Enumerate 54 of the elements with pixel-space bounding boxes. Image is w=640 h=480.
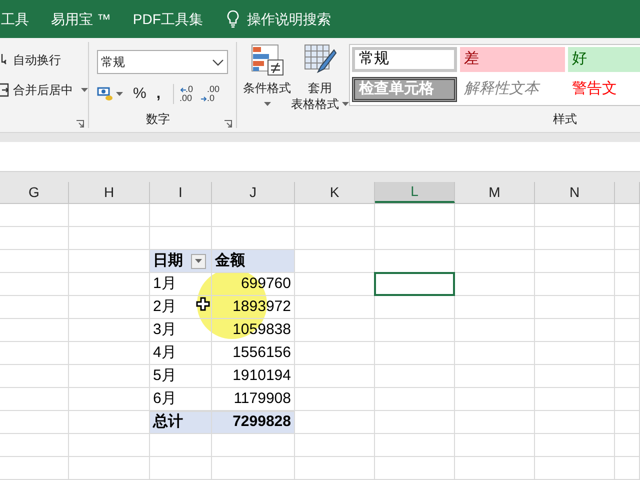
caret-icon bbox=[264, 102, 270, 106]
column-header[interactable]: H bbox=[69, 182, 150, 203]
dialog-launcher-icon[interactable] bbox=[224, 120, 232, 128]
month-cell: 1月 bbox=[150, 273, 212, 296]
ribbon-tab[interactable]: PDF工具集 bbox=[132, 8, 203, 30]
ribbon-button[interactable]: 条件格式 bbox=[243, 38, 291, 132]
column-header[interactable]: M bbox=[455, 182, 535, 203]
ribbon-button[interactable]: 自动换行 bbox=[0, 48, 88, 72]
decrease-decimal-button[interactable]: .00 .0 bbox=[201, 85, 220, 103]
caret-icon bbox=[342, 102, 349, 106]
dialog-launcher-icon[interactable] bbox=[76, 120, 84, 128]
merge-cells-icon bbox=[0, 83, 10, 97]
ribbon-tab[interactable]: 工具 bbox=[1, 8, 29, 30]
tell-me-search[interactable]: 操作说明搜索 bbox=[246, 8, 331, 30]
column-header[interactable]: I bbox=[150, 182, 212, 203]
column-header[interactable]: G bbox=[0, 182, 69, 203]
ribbon-button[interactable]: 套用 表格格式 bbox=[291, 38, 349, 132]
amount-cell: 1556156 bbox=[212, 342, 295, 365]
caret-icon bbox=[81, 88, 88, 92]
month-cell: 4月 bbox=[150, 342, 212, 365]
currency-icon[interactable] bbox=[97, 86, 113, 102]
comma-style[interactable]: , bbox=[156, 82, 161, 106]
total-label: 总计 bbox=[150, 411, 212, 434]
cursor-icon bbox=[196, 297, 210, 311]
table-format-icon bbox=[303, 44, 337, 76]
caret-icon bbox=[116, 92, 123, 96]
percent-style[interactable]: % bbox=[133, 82, 146, 106]
chevron-down-icon bbox=[212, 58, 224, 66]
amount-cell: 1910194 bbox=[212, 365, 295, 388]
month-cell: 3月 bbox=[150, 319, 212, 342]
total-amount: 7299828 bbox=[212, 411, 295, 434]
column-header[interactable]: L bbox=[375, 182, 455, 203]
cell-style[interactable]: 好 bbox=[568, 47, 640, 72]
group-label: 样式 bbox=[553, 111, 577, 128]
column-heading: 金额 bbox=[212, 250, 295, 273]
arrow-right-icon bbox=[201, 96, 208, 102]
lightbulb-icon bbox=[226, 10, 239, 28]
ribbon-tab[interactable]: 易用宝 ™ bbox=[51, 8, 111, 30]
amount-cell: 699760 bbox=[212, 273, 295, 296]
conditional-format-icon bbox=[250, 44, 284, 76]
arrow-left-icon bbox=[180, 86, 186, 92]
column-header[interactable]: N bbox=[535, 182, 615, 203]
caret-icon bbox=[195, 259, 202, 263]
cell-style[interactable]: 差 bbox=[460, 47, 565, 72]
amount-cell: 1059838 bbox=[212, 319, 295, 342]
increase-decimal-button[interactable]: .0 .00 bbox=[180, 85, 194, 103]
column-heading: 日期 bbox=[153, 250, 183, 271]
group-label: 数字 bbox=[146, 111, 170, 128]
number-format-dropdown[interactable]: 常规 bbox=[97, 50, 228, 74]
month-cell: 5月 bbox=[150, 365, 212, 388]
cell-style[interactable]: 常规 bbox=[352, 47, 457, 72]
ribbon-button[interactable]: 合并后居中 bbox=[0, 78, 88, 102]
column-header[interactable]: J bbox=[212, 182, 295, 203]
filter-dropdown-button[interactable] bbox=[191, 254, 206, 268]
